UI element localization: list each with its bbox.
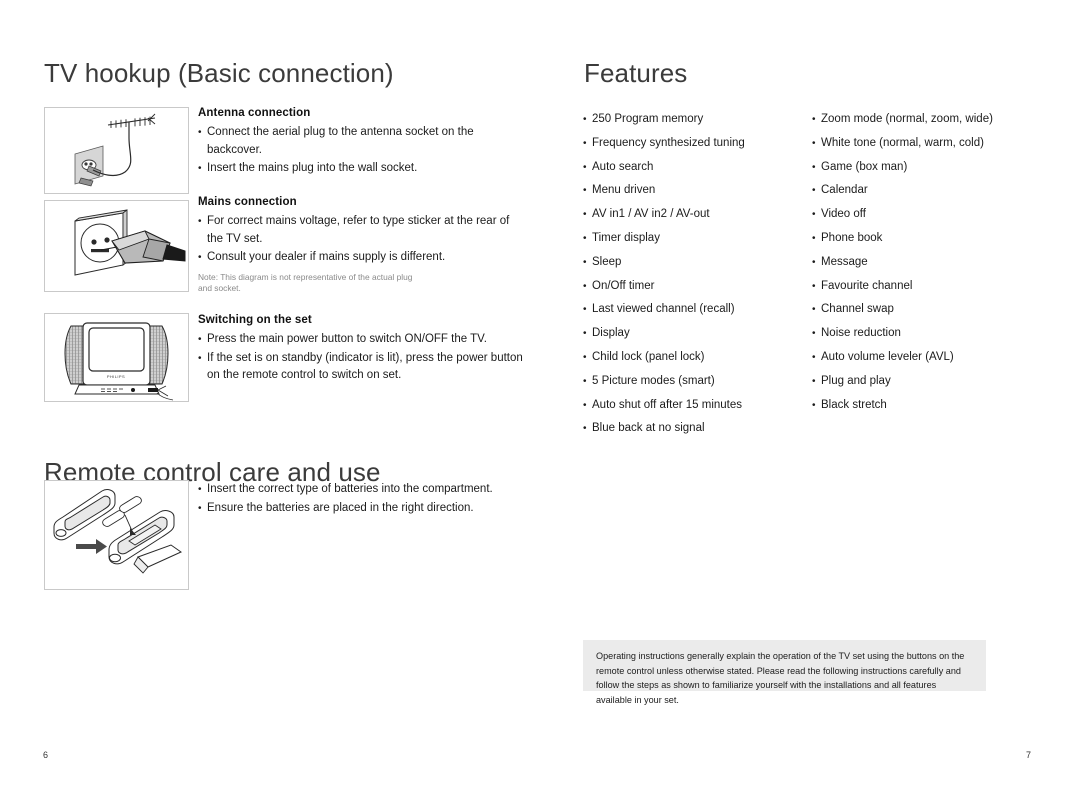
list-item: Channel swap <box>812 298 1037 322</box>
antenna-wall-socket-icon <box>74 113 156 187</box>
manual-spread: TV hookup (Basic connection) Antenna con… <box>0 0 1080 787</box>
page-title-features: Features <box>584 58 688 89</box>
list-item: Plug and play <box>812 370 1037 394</box>
features-list-2: Zoom mode (normal, zoom, wide) White ton… <box>812 108 1037 417</box>
list-item: Connect the aerial plug to the antenna s… <box>198 124 528 159</box>
tv-front-icon: PHILIPS <box>64 322 174 401</box>
list-item: Sleep <box>583 251 808 275</box>
list-item: Black stretch <box>812 394 1037 418</box>
page-number-left: 6 <box>43 750 49 760</box>
list-item: Consult your dealer if mains supply is d… <box>198 249 528 267</box>
remote-care-bullets: Insert the correct type of batteries int… <box>198 481 543 517</box>
list-item: Phone book <box>812 227 1037 251</box>
list-item: Noise reduction <box>812 322 1037 346</box>
features-column-1: 250 Program memory Frequency synthesized… <box>583 108 808 441</box>
remote-control-battery-icon <box>53 489 183 574</box>
list-item: If the set is on standby (indicator is l… <box>198 350 528 385</box>
mains-connection-bullets: For correct mains voltage, refer to type… <box>198 213 528 267</box>
list-item: Zoom mode (normal, zoom, wide) <box>812 108 1037 132</box>
list-item: Auto shut off after 15 minutes <box>583 394 808 418</box>
list-item: Favourite channel <box>812 275 1037 299</box>
list-item: 5 Picture modes (smart) <box>583 370 808 394</box>
list-item: Insert the correct type of batteries int… <box>198 481 543 499</box>
operating-instructions-text: Operating instructions generally explain… <box>596 651 965 705</box>
antenna-connection-bullets: Connect the aerial plug to the antenna s… <box>198 124 528 178</box>
switching-on-bullets: Press the main power button to switch ON… <box>198 331 528 385</box>
mains-connection-figure <box>44 200 189 292</box>
remote-control-figure <box>44 480 189 590</box>
arrow-right-icon <box>76 539 107 554</box>
list-item: Press the main power button to switch ON… <box>198 331 528 349</box>
list-item: Display <box>583 322 808 346</box>
switching-on-block: Switching on the set Press the main powe… <box>198 314 528 386</box>
list-item: Ensure the batteries are placed in the r… <box>198 500 543 518</box>
antenna-connection-block: Antenna connection Connect the aerial pl… <box>198 107 528 179</box>
page-number-right: 7 <box>1026 750 1032 760</box>
antenna-connection-figure <box>44 107 189 194</box>
mains-connection-block: Mains connection For correct mains volta… <box>198 196 528 295</box>
list-item: Menu driven <box>583 179 808 203</box>
antenna-connection-heading: Antenna connection <box>198 107 311 119</box>
list-item: Game (box man) <box>812 156 1037 180</box>
list-item: Calendar <box>812 179 1037 203</box>
mains-connection-heading: Mains connection <box>198 196 297 208</box>
operating-instructions-note: Operating instructions generally explain… <box>583 640 986 705</box>
switching-on-figure: PHILIPS <box>44 313 189 402</box>
mains-diagram-note: Note: This diagram is not representative… <box>198 271 413 294</box>
page-title-tv-hookup: TV hookup (Basic connection) <box>44 58 394 89</box>
list-item: Frequency synthesized tuning <box>583 132 808 156</box>
list-item: AV in1 / AV in2 / AV-out <box>583 203 808 227</box>
svg-text:PHILIPS: PHILIPS <box>107 374 125 379</box>
list-item: Auto search <box>583 156 808 180</box>
list-item: Child lock (panel lock) <box>583 346 808 370</box>
features-column-2: Zoom mode (normal, zoom, wide) White ton… <box>812 108 1037 417</box>
list-item: 250 Program memory <box>583 108 808 132</box>
list-item: Video off <box>812 203 1037 227</box>
list-item: For correct mains voltage, refer to type… <box>198 213 528 248</box>
switching-on-heading: Switching on the set <box>198 314 312 326</box>
remote-care-block: Insert the correct type of batteries int… <box>198 481 543 518</box>
mains-plug-socket-icon <box>74 209 186 276</box>
list-item: Auto volume leveler (AVL) <box>812 346 1037 370</box>
list-item: Timer display <box>583 227 808 251</box>
list-item: Blue back at no signal <box>583 417 808 441</box>
list-item: Last viewed channel (recall) <box>583 298 808 322</box>
features-list-1: 250 Program memory Frequency synthesized… <box>583 108 808 441</box>
list-item: White tone (normal, warm, cold) <box>812 132 1037 156</box>
list-item: On/Off timer <box>583 275 808 299</box>
list-item: Message <box>812 251 1037 275</box>
list-item: Insert the mains plug into the wall sock… <box>198 160 528 178</box>
